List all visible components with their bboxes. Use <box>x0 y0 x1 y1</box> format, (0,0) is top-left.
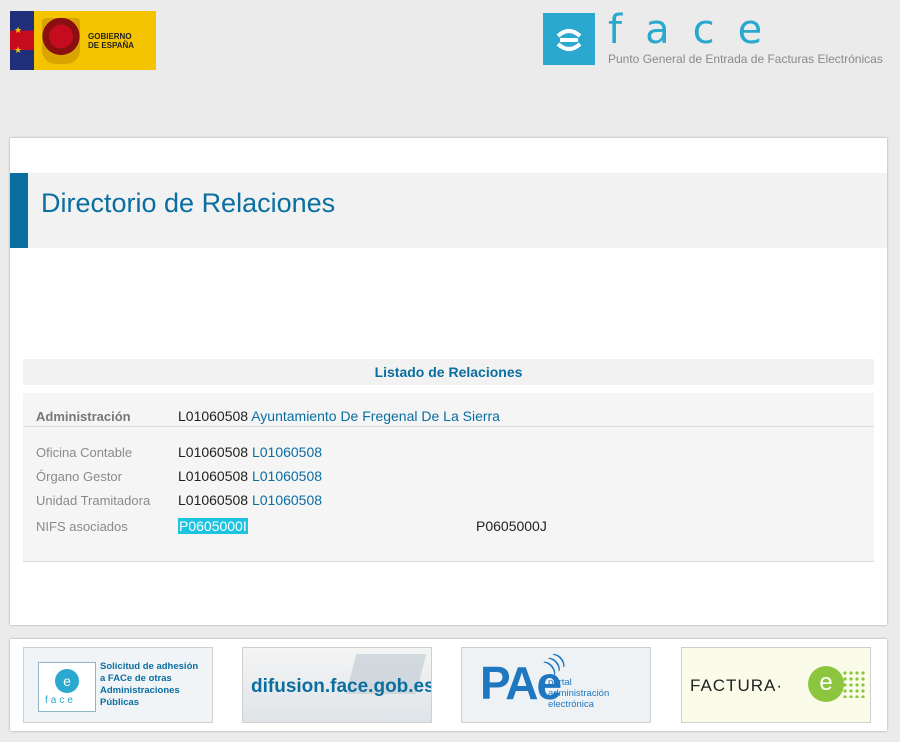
dots-decoration-icon <box>842 670 866 698</box>
pae-banner[interactable]: PAe ))) portal administración electrónic… <box>461 647 651 723</box>
page-title: Directorio de Relaciones <box>41 188 336 218</box>
administracion-value: L01060508 Ayuntamiento De Fregenal De La… <box>178 408 500 424</box>
organo-gestor-label: Órgano Gestor <box>36 469 122 484</box>
face-mini-text: face <box>45 695 76 706</box>
nifs-label: NIFS asociados <box>36 519 128 534</box>
administracion-link[interactable]: Ayuntamiento De Fregenal De La Sierra <box>251 408 500 424</box>
face-e-icon <box>543 13 595 65</box>
factura-e-icon: e <box>808 666 844 702</box>
face-logo[interactable]: face Punto General de Entrada de Factura… <box>543 7 893 69</box>
footer-banners: e face Solicitud de adhesión a FACe de o… <box>10 639 887 731</box>
factura-text: FACTURA· <box>690 676 783 695</box>
nif-item[interactable]: P0605000J <box>476 518 547 534</box>
gov-text-line2: DE ESPAÑA <box>88 40 135 50</box>
unidad-tramitadora-value: L01060508 L01060508 <box>178 492 322 508</box>
divider <box>23 426 874 427</box>
list-header: Listado de Relaciones <box>23 359 874 385</box>
spain-flag-icon: ★ ★ <box>10 11 34 70</box>
nifs-value: P0605000I P0605000J <box>178 518 547 534</box>
nif-selected[interactable]: P0605000I <box>178 518 248 534</box>
gov-text-line1: GOBIERNO <box>88 31 132 41</box>
difusion-text: difusion.face.gob.es <box>251 676 432 697</box>
administracion-code: L01060508 <box>178 408 249 424</box>
adhesion-banner[interactable]: e face Solicitud de adhesión a FACe de o… <box>23 647 213 723</box>
pae-line3: electrónica <box>548 699 594 710</box>
relations-list: Administración L01060508 Ayuntamiento De… <box>23 393 874 562</box>
unidad-tramitadora-link[interactable]: L01060508 <box>252 492 322 508</box>
adhesion-line4: Públicas <box>100 697 140 708</box>
face-mini-icon: e <box>55 669 79 693</box>
adhesion-line2: a FACe de otras <box>100 673 172 684</box>
organo-gestor-link[interactable]: L01060508 <box>252 468 322 484</box>
oficina-contable-label: Oficina Contable <box>36 445 133 460</box>
difusion-banner[interactable]: difusion.face.gob.es <box>242 647 432 723</box>
gobierno-espana-logo: ★ ★ GOBIERNO DE ESPAÑA <box>10 11 156 70</box>
pae-line1: portal <box>548 677 572 688</box>
title-bar: Directorio de Relaciones <box>10 173 887 248</box>
face-brand-text: face <box>608 7 786 53</box>
face-subtitle: Punto General de Entrada de Facturas Ele… <box>608 52 883 66</box>
oficina-contable-code: L01060508 <box>178 444 249 460</box>
coat-of-arms-icon <box>42 17 80 64</box>
organo-gestor-code: L01060508 <box>178 468 249 484</box>
factura-e-banner[interactable]: FACTURA· e <box>681 647 871 723</box>
adhesion-line1: Solicitud de adhesión <box>100 661 199 672</box>
unidad-tramitadora-code: L01060508 <box>178 492 249 508</box>
adhesion-line3: Administraciones <box>100 685 180 696</box>
main-panel: Directorio de Relaciones Listado de Rela… <box>10 138 887 625</box>
organo-gestor-value: L01060508 L01060508 <box>178 468 322 484</box>
oficina-contable-link[interactable]: L01060508 <box>252 444 322 460</box>
oficina-contable-value: L01060508 L01060508 <box>178 444 322 460</box>
pae-line2: administración <box>548 688 610 699</box>
title-accent-bar <box>10 173 28 248</box>
administracion-label: Administración <box>36 409 131 424</box>
unidad-tramitadora-label: Unidad Tramitadora <box>36 493 151 508</box>
